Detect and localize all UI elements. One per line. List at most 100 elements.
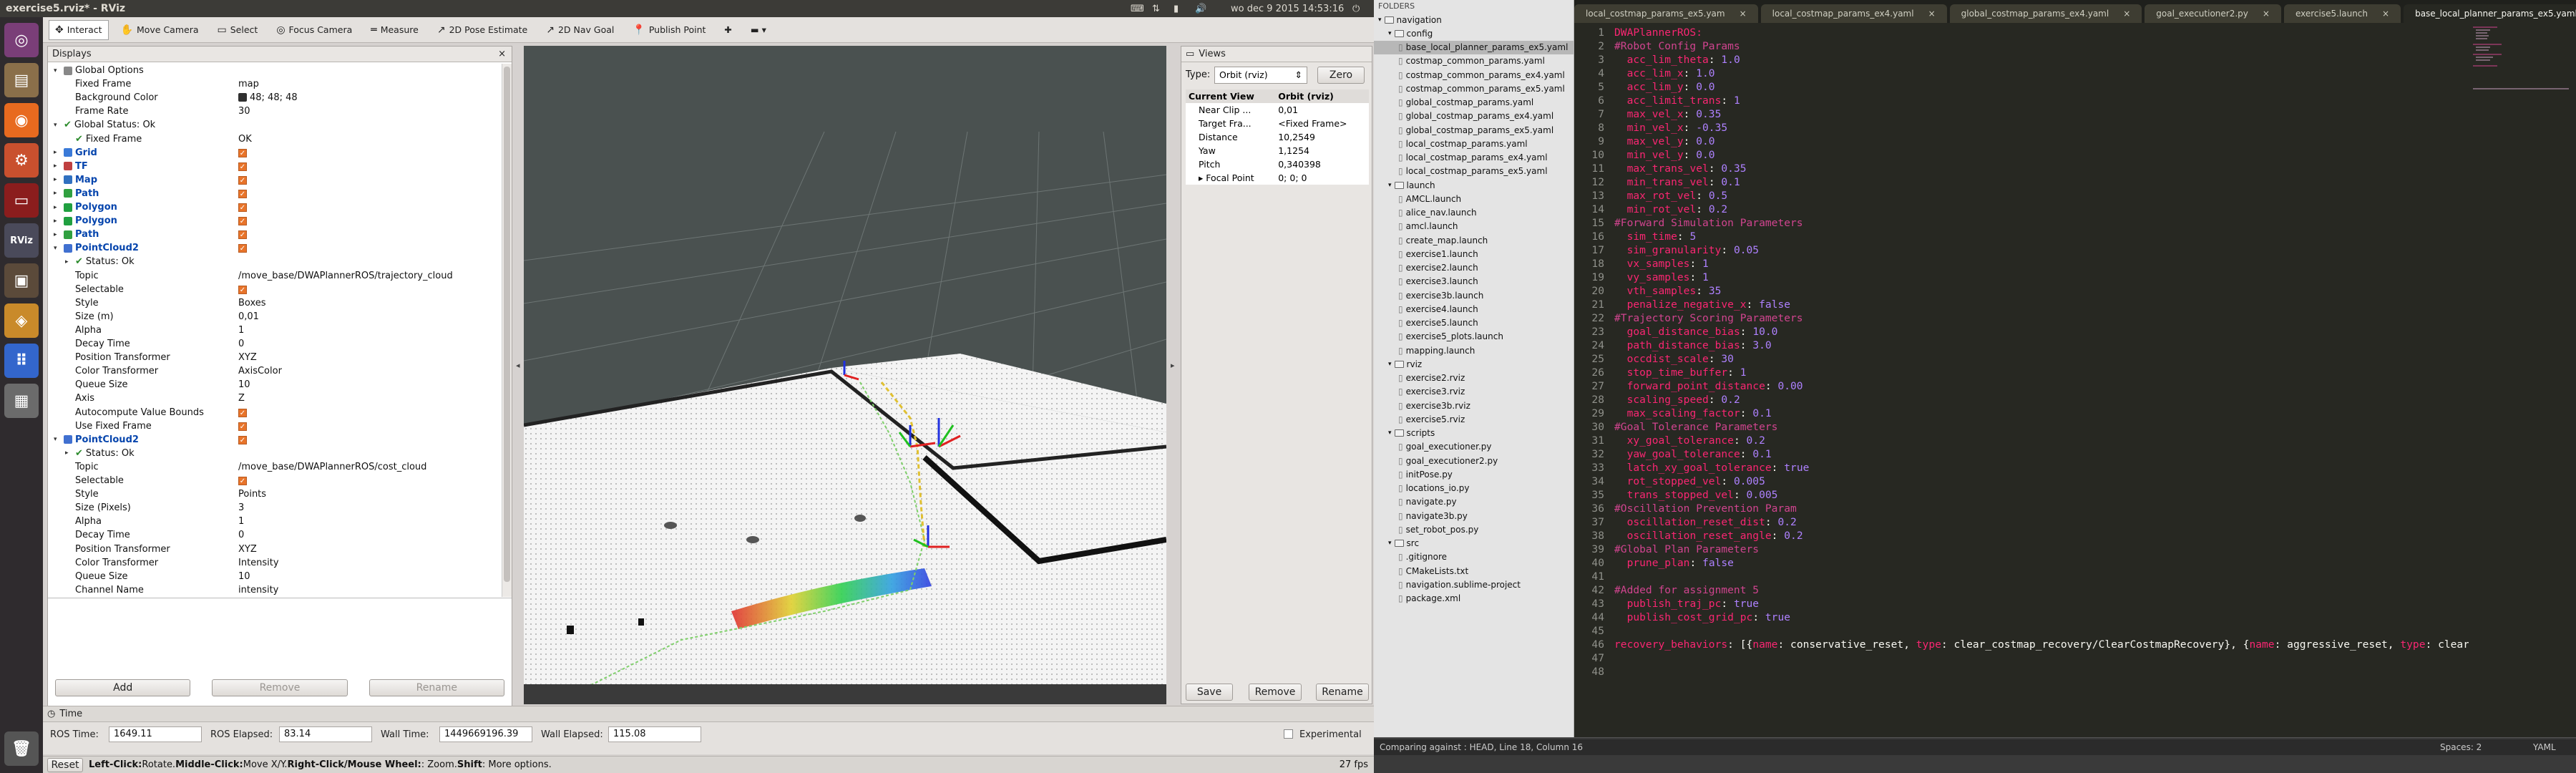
sidebar-item[interactable]: ▯ exercise5.rviz: [1374, 412, 1574, 426]
code-line[interactable]: ​: [1614, 570, 2545, 583]
display-row[interactable]: ▸ Polygon ✓: [48, 214, 503, 228]
color-swatch[interactable]: [238, 93, 247, 102]
code-line[interactable]: min_vel_x: -0.35: [1614, 121, 2545, 135]
sidebar-item[interactable]: ▾ scripts: [1374, 427, 1574, 440]
view-property-value[interactable]: 0; 0; 0: [1275, 171, 1369, 185]
expand-arrow-icon[interactable]: ▸: [54, 149, 57, 156]
sidebar-item[interactable]: ▯ AMCL.launch: [1374, 192, 1574, 205]
sidebar-item[interactable]: ▾ src: [1374, 537, 1574, 550]
code-line[interactable]: max_scaling_factor: 0.1: [1614, 407, 2545, 420]
checkbox-checked[interactable]: ✓: [238, 162, 247, 171]
sidebar-item[interactable]: ▯ goal_executioner2.py: [1374, 454, 1574, 467]
sidebar-item[interactable]: ▯ exercise3.rviz: [1374, 385, 1574, 399]
display-row[interactable]: Background Color 48; 48; 48: [48, 91, 503, 104]
sidebar-item[interactable]: ▯ global_costmap_params_ex5.yaml: [1374, 123, 1574, 137]
close-icon[interactable]: ×: [2382, 9, 2389, 19]
tool-menu-button[interactable]: ▬ ▾: [744, 20, 773, 40]
code-line[interactable]: max_trans_vel: 0.35: [1614, 162, 2545, 175]
code-line[interactable]: acc_lim_y: 0.0: [1614, 80, 2545, 94]
sidebar-item[interactable]: ▯ exercise3b.rviz: [1374, 399, 1574, 412]
code-line[interactable]: penalize_negative_x: false: [1614, 298, 2545, 311]
launcher-scripts-icon[interactable]: ◈: [4, 303, 39, 338]
collapse-right-icon[interactable]: ▸: [1171, 361, 1175, 370]
checkbox-checked[interactable]: ✓: [238, 408, 247, 417]
display-value[interactable]: ✓: [238, 243, 247, 253]
code-line[interactable]: yaw_goal_tolerance: 0.1: [1614, 447, 2545, 461]
sidebar-item[interactable]: ▯ set_robot_pos.py: [1374, 522, 1574, 536]
expand-arrow-icon[interactable]: ▾: [54, 245, 57, 252]
display-row[interactable]: Style Points: [48, 487, 503, 501]
view-property-row[interactable]: Yaw 1,1254: [1186, 144, 1369, 157]
code-line[interactable]: max_vel_y: 0.0: [1614, 135, 2545, 148]
add-display-button[interactable]: Add: [55, 679, 191, 696]
sidebar-item[interactable]: ▯ global_costmap_params.yaml: [1374, 96, 1574, 110]
display-row[interactable]: Selectable ✓: [48, 283, 503, 296]
expand-arrow-icon[interactable]: ▸: [54, 231, 57, 238]
display-row[interactable]: Color Transformer AxisColor: [48, 364, 503, 378]
code-line[interactable]: path_distance_bias: 3.0: [1614, 339, 2545, 352]
close-icon[interactable]: ×: [1740, 9, 1747, 19]
sidebar-item[interactable]: ▯ exercise2.launch: [1374, 261, 1574, 275]
display-row[interactable]: Topic/move_base/DWAPlannerROS/cost_cloud: [48, 460, 503, 474]
display-row[interactable]: ✔ Fixed Frame OK: [48, 132, 503, 146]
sidebar-item[interactable]: ▯ base_local_planner_params_ex5.yaml: [1374, 40, 1574, 54]
checkbox-checked[interactable]: ✓: [238, 244, 247, 253]
sidebar-item[interactable]: ▯ amcl.launch: [1374, 220, 1574, 233]
code-line[interactable]: occdist_scale: 30: [1614, 352, 2545, 366]
display-row[interactable]: Channel Name intensity: [48, 583, 503, 597]
code-line[interactable]: publish_cost_grid_pc: true: [1614, 611, 2545, 624]
sidebar-item[interactable]: ▯ initPose.py: [1374, 467, 1574, 481]
3d-viewport[interactable]: [524, 46, 1166, 704]
view-property-value[interactable]: 0,340398: [1275, 157, 1369, 171]
keyboard-icon[interactable]: ⌨: [1131, 4, 1144, 14]
code-line[interactable]: sim_granularity: 0.05: [1614, 243, 2545, 257]
remove-view-button[interactable]: Remove: [1249, 684, 1302, 701]
code-line[interactable]: min_rot_vel: 0.2: [1614, 203, 2545, 216]
sidebar-item[interactable]: ▯ local_costmap_params_ex5.yaml: [1374, 165, 1574, 178]
tool-publish-point-button[interactable]: 📍 Publish Point: [626, 20, 712, 40]
sidebar-item[interactable]: ▯ navigate.py: [1374, 495, 1574, 509]
display-row[interactable]: ▸ Polygon ✓: [48, 200, 503, 214]
tool-select-button[interactable]: ▭ Select: [211, 20, 265, 40]
display-value[interactable]: ✓: [238, 175, 247, 185]
code-line[interactable]: ​: [1614, 624, 2545, 638]
wall-time-field[interactable]: 1449669196.39: [439, 726, 532, 742]
display-row[interactable]: ▾ PointCloud2 ✓: [48, 241, 503, 255]
ros-time-field[interactable]: 1649.11: [109, 726, 202, 742]
display-row[interactable]: ▸ TF ✓: [48, 160, 503, 173]
checkbox-checked[interactable]: ✓: [238, 435, 247, 444]
display-value[interactable]: ✓: [238, 407, 247, 418]
display-row[interactable]: Axis Z: [48, 392, 503, 405]
display-row[interactable]: ▸ Path ✓: [48, 228, 503, 241]
editor-tab[interactable]: global_costmap_params_ex4.yaml ×: [1949, 4, 2142, 23]
sidebar-item[interactable]: ▯ mapping.launch: [1374, 344, 1574, 357]
indentation-setting[interactable]: Spaces: 2: [2440, 742, 2482, 752]
sidebar-item[interactable]: ▯ package.xml: [1374, 592, 1574, 606]
view-property-row[interactable]: Target Fra... <Fixed Frame>: [1186, 117, 1369, 130]
display-value[interactable]: ✓: [238, 188, 247, 199]
battery-icon[interactable]: ▮: [1174, 4, 1179, 14]
view-property-value[interactable]: 1,1254: [1275, 144, 1369, 157]
display-row[interactable]: Alpha 1: [48, 515, 503, 528]
editor-tab[interactable]: local_costmap_params_ex4.yaml ×: [1760, 4, 1947, 23]
checkbox-checked[interactable]: ✓: [238, 189, 247, 198]
code-line[interactable]: acc_lim_theta: 1.0: [1614, 53, 2545, 67]
display-row[interactable]: Queue Size 10: [48, 570, 503, 583]
view-property-row[interactable]: ▸ Focal Point 0; 0; 0: [1186, 171, 1369, 185]
code-line[interactable]: stop_time_buffer: 1: [1614, 366, 2545, 379]
sidebar-item[interactable]: ▾ rviz: [1374, 357, 1574, 371]
display-row[interactable]: ▸ Map ✓: [48, 173, 503, 187]
code-line[interactable]: xy_goal_tolerance: 0.2: [1614, 434, 2545, 447]
code-line[interactable]: sim_time: 5: [1614, 230, 2545, 243]
code-line[interactable]: goal_distance_bias: 10.0: [1614, 325, 2545, 339]
display-row[interactable]: Position Transformer XYZ: [48, 543, 503, 556]
code-line[interactable]: #Goal Tolerance Parameters: [1614, 420, 2545, 434]
sidebar-item[interactable]: ▯ global_costmap_params_ex4.yaml: [1374, 110, 1574, 123]
sidebar-item[interactable]: ▯ local_costmap_params_ex4.yaml: [1374, 151, 1574, 165]
tool-2d-nav-goal-button[interactable]: ↗ 2D Nav Goal: [540, 20, 620, 40]
launcher-workspaces-icon[interactable]: ▦: [4, 384, 39, 418]
view-type-select[interactable]: Orbit (rviz) ⇕: [1214, 67, 1307, 84]
sidebar-item[interactable]: ▯ alice_nav.launch: [1374, 206, 1574, 220]
sidebar-item[interactable]: ▯ locations_io.py: [1374, 482, 1574, 495]
display-value[interactable]: ✓: [238, 147, 247, 158]
